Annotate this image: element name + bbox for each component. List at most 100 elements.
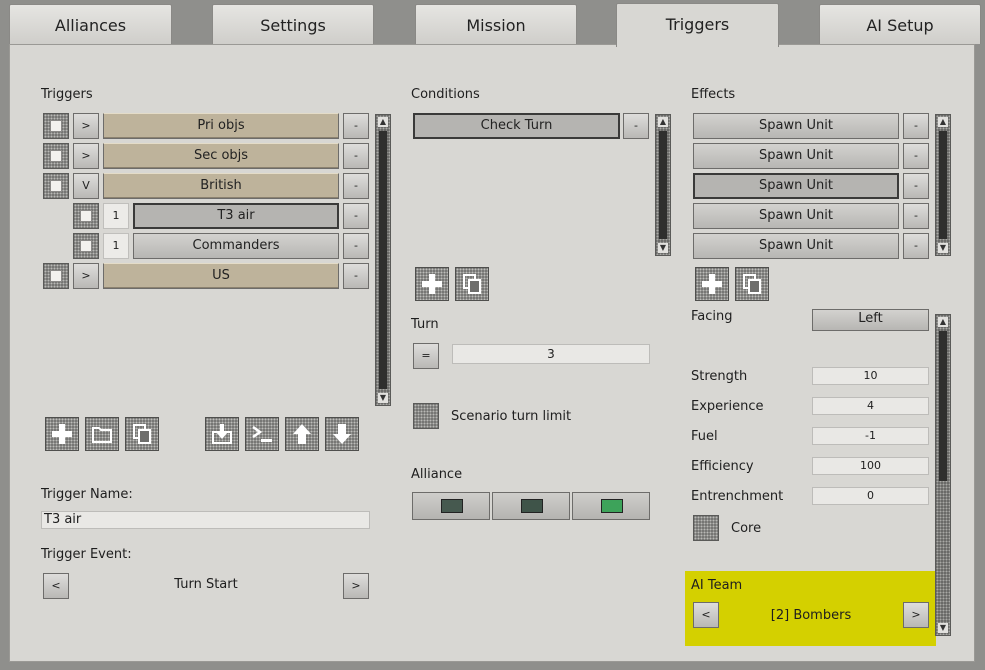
trigger-remove-button[interactable]: - bbox=[343, 113, 369, 139]
trigger-remove-button[interactable]: - bbox=[343, 233, 369, 259]
trigger-expand-button[interactable]: V bbox=[73, 173, 99, 199]
add-condition-button[interactable] bbox=[415, 267, 449, 301]
event-next-button[interactable]: > bbox=[343, 573, 369, 599]
trigger-checkbox[interactable] bbox=[43, 173, 69, 199]
scenario-turn-limit-checkbox[interactable] bbox=[413, 403, 439, 429]
move-down-button[interactable] bbox=[325, 417, 359, 451]
add-icon bbox=[702, 274, 722, 294]
add-trigger-button[interactable] bbox=[45, 417, 79, 451]
tab-triggers[interactable]: Triggers bbox=[616, 3, 779, 47]
condition-item-selected[interactable]: Check Turn bbox=[413, 113, 620, 139]
effect-properties-scrollbar[interactable]: ▲ ▼ bbox=[935, 314, 951, 636]
conditions-header: Conditions bbox=[411, 87, 480, 102]
trigger-item[interactable]: Sec objs bbox=[103, 143, 339, 169]
trigger-item[interactable]: British bbox=[103, 173, 339, 199]
effect-item[interactable]: Spawn Unit bbox=[693, 233, 899, 259]
alliance-button-3[interactable] bbox=[572, 492, 650, 520]
trigger-remove-button[interactable]: - bbox=[343, 143, 369, 169]
scroll-down-arrow-icon[interactable]: ▼ bbox=[938, 243, 948, 253]
entrenchment-label: Entrenchment bbox=[691, 489, 784, 504]
trigger-checkbox[interactable] bbox=[43, 143, 69, 169]
trigger-checkbox[interactable] bbox=[73, 203, 99, 229]
alliance-swatch bbox=[521, 499, 543, 513]
trigger-remove-button[interactable]: - bbox=[343, 173, 369, 199]
import-button[interactable] bbox=[205, 417, 239, 451]
triggers-scrollbar[interactable]: ▲ ▼ bbox=[375, 114, 391, 406]
core-checkbox[interactable] bbox=[693, 515, 719, 541]
scenario-turn-limit-label: Scenario turn limit bbox=[451, 409, 572, 424]
trigger-item-selected[interactable]: T3 air bbox=[133, 203, 339, 229]
efficiency-label: Efficiency bbox=[691, 459, 754, 474]
scroll-up-arrow-icon[interactable]: ▲ bbox=[938, 317, 948, 327]
ai-team-highlight: AI Team < [2] Bombers > bbox=[685, 571, 936, 646]
alliance-button-2[interactable] bbox=[492, 492, 570, 520]
copy-trigger-button[interactable] bbox=[125, 417, 159, 451]
trigger-expand-button[interactable]: > bbox=[73, 263, 99, 289]
trigger-name-input[interactable]: T3 air bbox=[41, 511, 370, 529]
trigger-order-number: 1 bbox=[103, 203, 129, 229]
fuel-input[interactable]: -1 bbox=[812, 427, 929, 445]
effect-remove-button[interactable]: - bbox=[903, 143, 929, 169]
effect-item-selected[interactable]: Spawn Unit bbox=[693, 173, 899, 199]
efficiency-input[interactable]: 100 bbox=[812, 457, 929, 475]
trigger-item[interactable]: US bbox=[103, 263, 339, 289]
scroll-down-arrow-icon[interactable]: ▼ bbox=[378, 393, 388, 403]
effect-remove-button[interactable]: - bbox=[903, 173, 929, 199]
ai-team-next-button[interactable]: > bbox=[903, 602, 929, 628]
turn-value-input[interactable]: 3 bbox=[452, 344, 650, 364]
folder-button[interactable] bbox=[85, 417, 119, 451]
scroll-up-arrow-icon[interactable]: ▲ bbox=[658, 117, 668, 127]
trigger-checkbox[interactable] bbox=[43, 263, 69, 289]
strength-label: Strength bbox=[691, 369, 748, 384]
scroll-up-arrow-icon[interactable]: ▲ bbox=[938, 117, 948, 127]
scroll-up-arrow-icon[interactable]: ▲ bbox=[378, 117, 388, 127]
effect-item[interactable]: Spawn Unit bbox=[693, 203, 899, 229]
trigger-remove-button[interactable]: - bbox=[343, 263, 369, 289]
scroll-thumb[interactable] bbox=[939, 331, 947, 481]
ai-team-prev-button[interactable]: < bbox=[693, 602, 719, 628]
alliance-swatch bbox=[601, 499, 623, 513]
add-effect-button[interactable] bbox=[695, 267, 729, 301]
script-button[interactable] bbox=[245, 417, 279, 451]
move-up-icon bbox=[293, 424, 311, 444]
trigger-event-value: Turn Start bbox=[174, 577, 238, 592]
move-up-button[interactable] bbox=[285, 417, 319, 451]
scroll-thumb[interactable] bbox=[659, 131, 667, 239]
trigger-expand-button[interactable]: > bbox=[73, 113, 99, 139]
effects-scrollbar[interactable]: ▲ ▼ bbox=[935, 114, 951, 256]
conditions-scrollbar[interactable]: ▲ ▼ bbox=[655, 114, 671, 256]
trigger-checkbox[interactable] bbox=[73, 233, 99, 259]
facing-dropdown[interactable]: Left bbox=[812, 309, 929, 331]
trigger-name-label: Trigger Name: bbox=[41, 487, 133, 502]
scroll-down-arrow-icon[interactable]: ▼ bbox=[938, 623, 948, 633]
trigger-expand-button[interactable]: > bbox=[73, 143, 99, 169]
trigger-remove-button[interactable]: - bbox=[343, 203, 369, 229]
tab-ai-setup[interactable]: AI Setup bbox=[819, 4, 981, 44]
effect-item[interactable]: Spawn Unit bbox=[693, 143, 899, 169]
turn-operator-button[interactable]: = bbox=[413, 343, 439, 369]
script-icon bbox=[252, 425, 272, 442]
copy-condition-button[interactable] bbox=[455, 267, 489, 301]
event-prev-button[interactable]: < bbox=[43, 573, 69, 599]
tab-settings[interactable]: Settings bbox=[212, 4, 374, 44]
experience-input[interactable]: 4 bbox=[812, 397, 929, 415]
scroll-thumb[interactable] bbox=[939, 131, 947, 239]
entrenchment-input[interactable]: 0 bbox=[812, 487, 929, 505]
trigger-checkbox[interactable] bbox=[43, 113, 69, 139]
copy-effect-button[interactable] bbox=[735, 267, 769, 301]
effect-remove-button[interactable]: - bbox=[903, 203, 929, 229]
trigger-item[interactable]: Pri objs bbox=[103, 113, 339, 139]
alliance-button-1[interactable] bbox=[412, 492, 490, 520]
effect-item[interactable]: Spawn Unit bbox=[693, 113, 899, 139]
tab-mission[interactable]: Mission bbox=[415, 4, 577, 44]
condition-remove-button[interactable]: - bbox=[623, 113, 649, 139]
ai-team-value: [2] Bombers bbox=[770, 608, 852, 623]
effect-remove-button[interactable]: - bbox=[903, 233, 929, 259]
trigger-item[interactable]: Commanders bbox=[133, 233, 339, 259]
tab-alliances[interactable]: Alliances bbox=[9, 4, 172, 44]
effect-remove-button[interactable]: - bbox=[903, 113, 929, 139]
scroll-down-arrow-icon[interactable]: ▼ bbox=[658, 243, 668, 253]
add-icon bbox=[52, 424, 72, 444]
strength-input[interactable]: 10 bbox=[812, 367, 929, 385]
scroll-thumb[interactable] bbox=[379, 131, 387, 389]
